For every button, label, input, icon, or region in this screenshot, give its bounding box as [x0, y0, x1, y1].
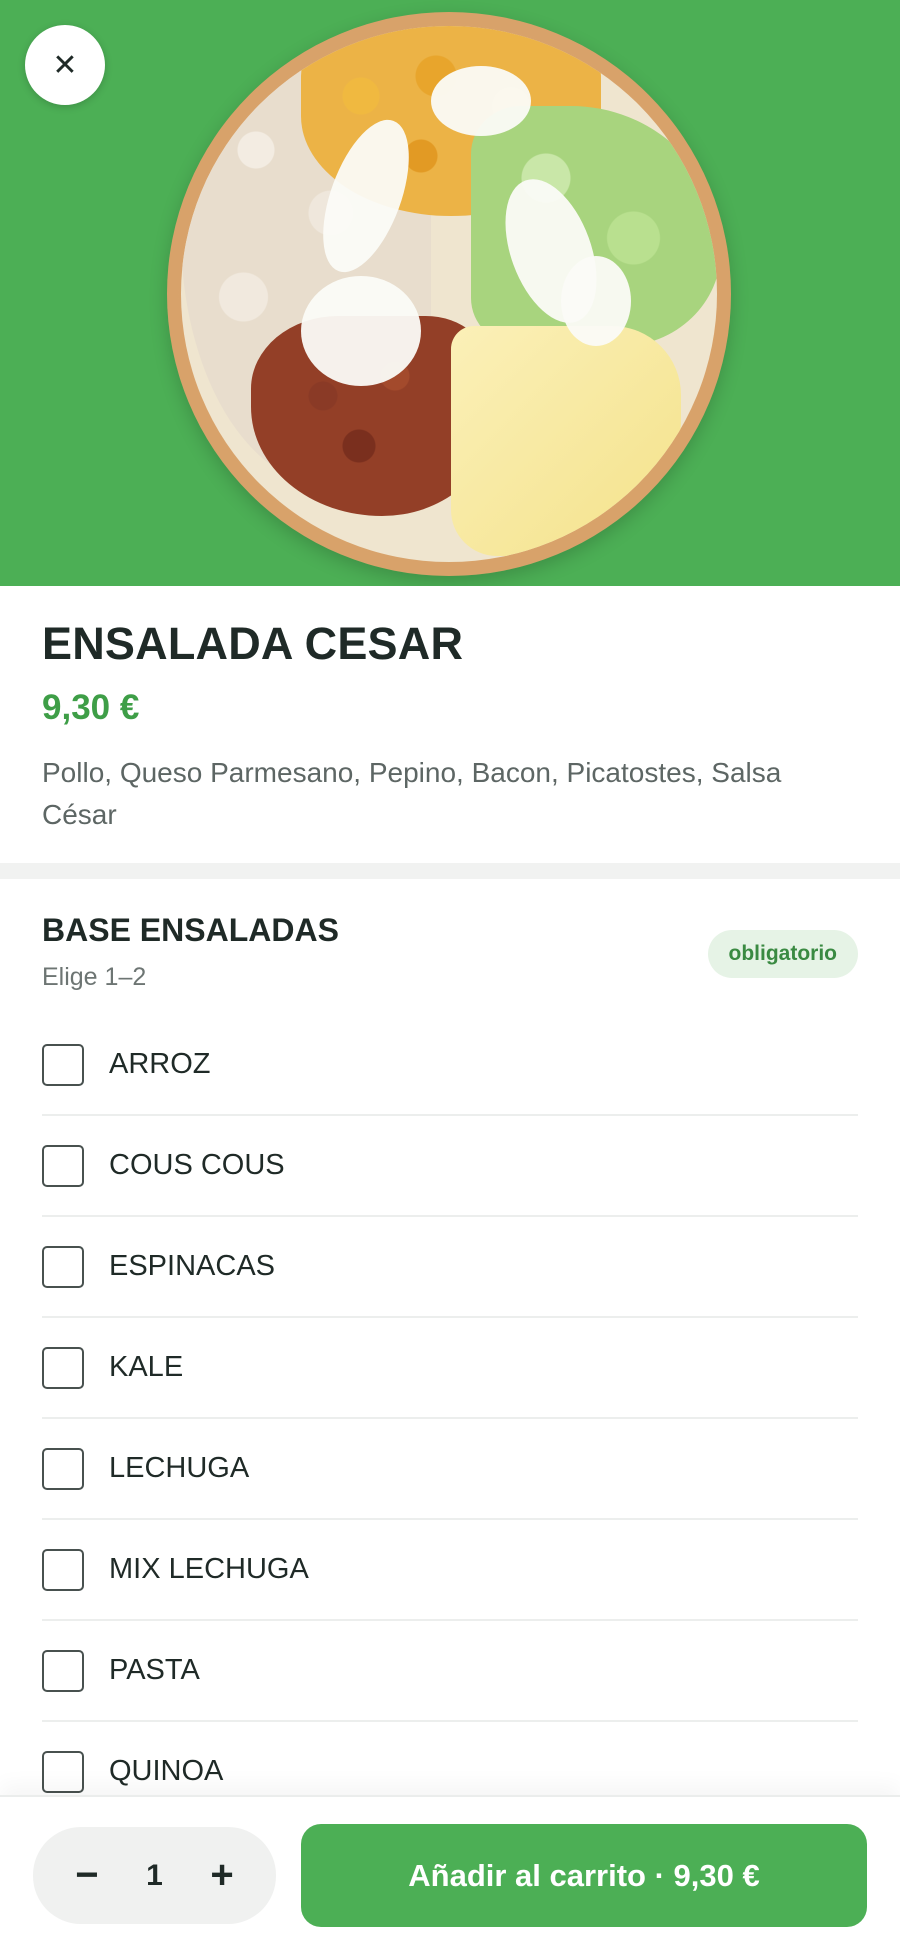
option-label: ESPINACAS — [109, 1250, 275, 1282]
salad-bowl-image — [167, 12, 731, 576]
option-checkbox[interactable] — [42, 1346, 84, 1389]
option-row[interactable]: COUS COUS — [42, 1116, 858, 1217]
product-title: ENSALADA CESAR — [42, 618, 464, 669]
sauce-drizzle — [431, 66, 531, 136]
option-checkbox[interactable] — [42, 1750, 84, 1793]
product-detail-page: ✕ ENSALADA CESAR 9,30 € Pollo, Queso Par… — [0, 0, 900, 1951]
sauce-drizzle — [561, 256, 631, 346]
option-checkbox[interactable] — [42, 1245, 84, 1288]
product-info: ENSALADA CESAR 9,30 € Pollo, Queso Parme… — [42, 618, 862, 836]
option-checkbox[interactable] — [42, 1043, 84, 1086]
option-row[interactable]: KALE — [42, 1318, 858, 1419]
option-row[interactable]: ESPINACAS — [42, 1217, 858, 1318]
close-icon: ✕ — [52, 48, 78, 82]
decrement-button[interactable]: − — [67, 1853, 107, 1898]
quantity-value: 1 — [146, 1858, 163, 1892]
option-label: LECHUGA — [109, 1452, 250, 1484]
quantity-stepper: − 1 + — [33, 1827, 276, 1924]
option-row[interactable]: MIX LECHUGA — [42, 1520, 858, 1621]
option-label: MIX LECHUGA — [109, 1553, 309, 1585]
product-hero-image: ✕ — [0, 0, 900, 586]
option-row[interactable]: ARROZ — [42, 1015, 858, 1116]
option-group-header: BASE ENSALADAS Elige 1–2 obligatorio — [42, 912, 858, 1002]
option-checkbox[interactable] — [42, 1447, 84, 1490]
option-list: ARROZ COUS COUS ESPINACAS KALE LECHUGA M… — [42, 1015, 858, 1823]
option-label: PASTA — [109, 1654, 200, 1686]
salad-contents — [181, 26, 717, 562]
section-divider — [0, 863, 900, 879]
option-row[interactable]: LECHUGA — [42, 1419, 858, 1520]
close-button[interactable]: ✕ — [25, 25, 105, 105]
option-label: COUS COUS — [109, 1149, 285, 1181]
option-label: QUINOA — [109, 1755, 224, 1787]
option-checkbox[interactable] — [42, 1649, 84, 1692]
option-label: ARROZ — [109, 1048, 211, 1080]
option-label: KALE — [109, 1351, 184, 1383]
required-badge: obligatorio — [707, 930, 858, 978]
option-checkbox[interactable] — [42, 1548, 84, 1591]
cart-action-bar: − 1 + Añadir al carrito · 9,30 € — [0, 1795, 900, 1951]
add-to-cart-button[interactable]: Añadir al carrito · 9,30 € — [301, 1824, 867, 1927]
increment-button[interactable]: + — [202, 1853, 242, 1898]
sauce-drizzle — [301, 276, 421, 386]
product-price: 9,30 € — [42, 688, 140, 727]
cheese-topping — [451, 326, 681, 556]
option-row[interactable]: PASTA — [42, 1621, 858, 1722]
option-checkbox[interactable] — [42, 1144, 84, 1187]
product-description: Pollo, Queso Parmesano, Pepino, Bacon, P… — [42, 757, 782, 830]
